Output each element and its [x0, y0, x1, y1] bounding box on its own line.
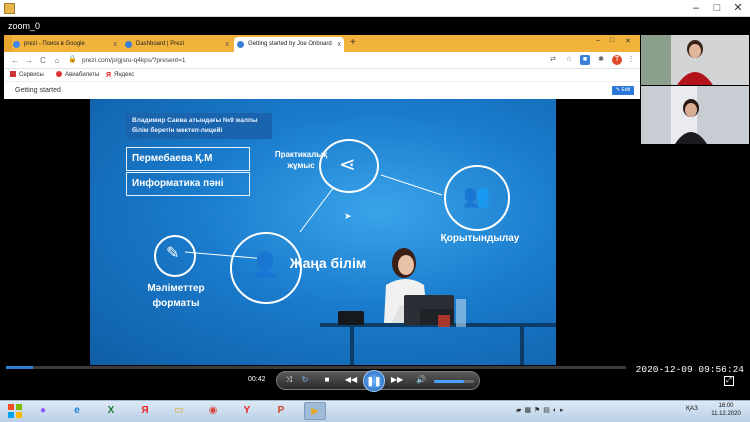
- pencil-icon: ✎: [166, 245, 180, 262]
- menu-icon[interactable]: ⋮: [626, 55, 636, 65]
- users-icon: 👥: [463, 183, 491, 208]
- slide: Владимир Савва атындағы №9 жалпы білім б…: [90, 99, 556, 365]
- clock[interactable]: 16:00 11.12.2020: [705, 402, 747, 418]
- apps-icon: [10, 71, 16, 77]
- tab-dashboard[interactable]: Dashboard | Prezi x: [122, 37, 232, 52]
- prezi-header: Getting started ✎ Edit: [4, 82, 640, 99]
- reload-button[interactable]: C: [38, 54, 48, 67]
- home-button[interactable]: ⌂: [52, 54, 62, 67]
- file-explorer-icon[interactable]: ▭: [168, 402, 190, 420]
- next-button[interactable]: ▶▶: [388, 373, 406, 387]
- lock-icon: 🔒: [68, 56, 77, 63]
- back-button[interactable]: ←: [10, 54, 20, 67]
- connector-practice: [299, 186, 335, 233]
- new-tab-button[interactable]: +: [350, 37, 356, 48]
- avatar[interactable]: T: [612, 55, 622, 65]
- tray-icons[interactable]: ▰▦⚑▤◐▸: [516, 406, 567, 414]
- tab-label: prezi - Поиск в Google: [24, 41, 85, 47]
- google-icon: [13, 41, 20, 48]
- bookmark-services[interactable]: Сервисы: [10, 69, 44, 82]
- seek-bar[interactable]: [6, 366, 626, 369]
- maximize-button[interactable]: □: [707, 1, 727, 15]
- bookmark-label: Сервисы: [19, 72, 44, 78]
- share-icon: ⋖: [339, 154, 356, 176]
- shuffle-icon[interactable]: ⤨: [282, 373, 296, 387]
- participant-photo-2: [641, 86, 749, 144]
- repeat-icon[interactable]: ↻: [298, 373, 312, 387]
- tab-google[interactable]: prezi - Поиск в Google x: [10, 37, 120, 52]
- connector-summary: [380, 174, 443, 196]
- elapsed-time: 00:42: [248, 376, 266, 383]
- edit-button[interactable]: ✎ Edit: [612, 86, 634, 95]
- participant-photo-1: [641, 35, 749, 85]
- bookmark-aviabilety[interactable]: Авиабилеты: [56, 69, 99, 82]
- woman-at-desk-photo: [320, 248, 556, 365]
- forward-button[interactable]: →: [24, 54, 34, 67]
- stop-button[interactable]: ■: [320, 373, 334, 387]
- extension-icon[interactable]: ■: [580, 55, 590, 65]
- cursor-icon: ➤: [344, 211, 352, 221]
- tab-close-icon[interactable]: x: [338, 37, 342, 52]
- yandex-icon: Я: [106, 72, 112, 79]
- participant-video-1[interactable]: [641, 35, 749, 85]
- yandex-icon[interactable]: Y: [236, 402, 258, 420]
- tab-getting-started[interactable]: Getting started by Joe Onboard x: [234, 37, 344, 52]
- page-title: Getting started: [15, 87, 61, 94]
- bookmark-yandex[interactable]: Я Яндекс: [106, 69, 134, 82]
- address-bar: ← → C ⌂ 🔒 prezi.com/p/gjsru-q4kps/?prese…: [4, 52, 640, 69]
- clock-time: 16:00: [718, 403, 734, 409]
- practice-label: Практикалық жұмыс: [274, 150, 328, 170]
- bookmark-label: Яндекс: [114, 72, 135, 78]
- star-icon[interactable]: ☆: [564, 55, 574, 65]
- bookmark-label: Авиабилеты: [65, 72, 100, 78]
- participant-video-2[interactable]: [641, 86, 749, 144]
- excel-icon[interactable]: X: [100, 402, 122, 420]
- puzzle-icon[interactable]: ✱: [596, 55, 606, 65]
- bookmarks-bar: Сервисы Авиабилеты Я Яндекс: [4, 69, 640, 82]
- volume-level: [434, 380, 464, 383]
- tab-label: Dashboard | Prezi: [136, 41, 184, 47]
- browser-minimize-button[interactable]: –: [596, 37, 600, 44]
- prezi-icon: [125, 41, 132, 48]
- media-player-task-icon[interactable]: ▶: [304, 402, 326, 420]
- powerpoint-icon[interactable]: P: [270, 402, 292, 420]
- clock-date: 11.12.2020: [711, 411, 741, 417]
- media-player-icon: [4, 3, 15, 14]
- chrome-icon[interactable]: ◉: [202, 402, 224, 420]
- tab-strip: prezi - Поиск в Google x Dashboard | Pre…: [4, 35, 640, 52]
- edit-label: Edit: [621, 87, 631, 93]
- tab-label: Getting started by Joe Onboard: [248, 41, 332, 47]
- previous-button[interactable]: ◀◀: [342, 373, 360, 387]
- plane-icon: [56, 71, 62, 77]
- browser-close-button[interactable]: ✕: [625, 37, 631, 45]
- prezi-icon: [237, 41, 244, 48]
- browser-window: prezi - Поиск в Google x Dashboard | Pre…: [4, 35, 640, 365]
- subject-name: Информатика пәні: [126, 172, 250, 196]
- pause-button[interactable]: ❚❚: [363, 370, 385, 392]
- window-titlebar: [0, 0, 750, 17]
- ie-icon[interactable]: e: [66, 402, 88, 420]
- tab-close-icon[interactable]: x: [114, 37, 118, 52]
- seek-progress: [6, 366, 34, 369]
- yandex-browser-icon[interactable]: Я: [134, 402, 156, 420]
- browser-maximize-button[interactable]: □: [610, 37, 614, 44]
- tab-close-icon[interactable]: x: [226, 37, 230, 52]
- volume-icon[interactable]: 🔊: [414, 373, 428, 387]
- language-indicator[interactable]: ҚАЗ: [686, 405, 698, 412]
- minimize-button[interactable]: –: [686, 1, 706, 15]
- close-button[interactable]: ✕: [728, 1, 748, 15]
- school-name: Владимир Савва атындағы №9 жалпы білім б…: [126, 113, 272, 139]
- fullscreen-button[interactable]: ⤢: [724, 376, 734, 386]
- teacher-name: Пермебаева Қ.М: [126, 147, 250, 171]
- alice-icon[interactable]: ●: [32, 402, 54, 420]
- formats-label: Мәліметтер форматы: [147, 283, 205, 309]
- zoom-title: zoom_0: [0, 17, 750, 35]
- windows-start-icon[interactable]: [6, 402, 24, 420]
- translate-icon[interactable]: ⇄: [548, 55, 558, 65]
- url-input[interactable]: prezi.com/p/gjsru-q4kps/?present=1: [82, 55, 462, 66]
- user-chat-icon: 👤: [250, 252, 280, 279]
